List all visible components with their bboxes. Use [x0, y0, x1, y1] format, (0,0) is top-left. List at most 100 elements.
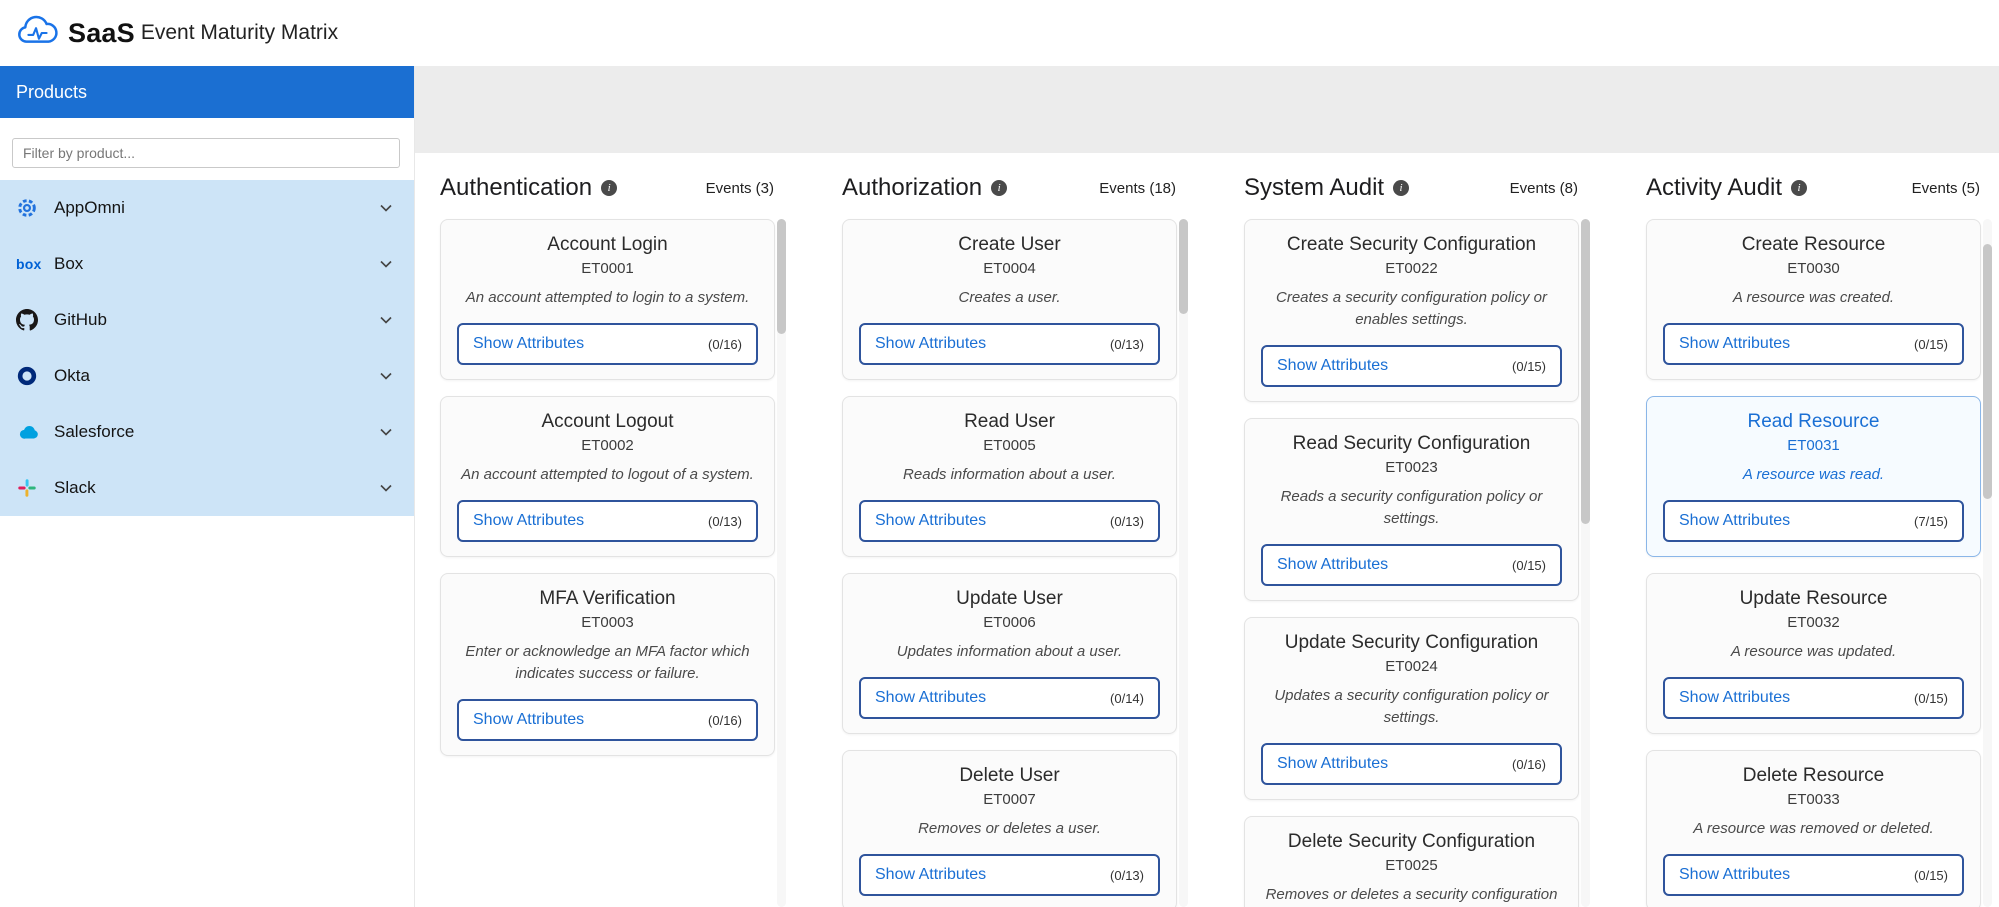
column-scrollbar[interactable] — [777, 219, 786, 907]
show-attributes-button[interactable]: Show Attributes (0/15) — [1261, 345, 1562, 387]
show-attributes-button[interactable]: Show Attributes (0/15) — [1261, 544, 1562, 586]
events-count: Events (18) — [1099, 180, 1176, 197]
event-description: Updates information about a user. — [859, 641, 1160, 663]
scrollbar-thumb[interactable] — [777, 219, 786, 334]
show-attributes-button[interactable]: Show Attributes (0/13) — [457, 500, 758, 542]
chevron-down-icon[interactable] — [376, 366, 396, 386]
event-title: MFA Verification — [457, 588, 758, 610]
event-card-mfa-verification: MFA Verification ET0003 Enter or acknowl… — [440, 573, 775, 756]
attribute-count: (0/15) — [1914, 868, 1948, 883]
product-list: AppOmni box Box GitHub Okta — [0, 180, 414, 516]
github-icon — [16, 308, 44, 332]
chevron-down-icon[interactable] — [376, 310, 396, 330]
sidebar-item-box[interactable]: box Box — [0, 236, 414, 292]
column-scrollbar[interactable] — [1179, 219, 1188, 907]
column-scrollbar[interactable] — [1581, 219, 1590, 907]
event-title: Delete User — [859, 765, 1160, 787]
event-code: ET0003 — [457, 614, 758, 631]
sidebar-item-github[interactable]: GitHub — [0, 292, 414, 348]
event-code: ET0025 — [1261, 857, 1562, 874]
attribute-count: (0/13) — [1110, 868, 1144, 883]
show-attributes-label: Show Attributes — [875, 866, 986, 884]
brand-name: SaaS — [68, 18, 135, 49]
show-attributes-button[interactable]: Show Attributes (0/13) — [859, 323, 1160, 365]
chevron-down-icon[interactable] — [376, 422, 396, 442]
sidebar-title: Products — [0, 66, 414, 118]
attribute-count: (0/16) — [1512, 757, 1546, 772]
attribute-count: (7/15) — [1914, 514, 1948, 529]
sidebar-item-salesforce[interactable]: Salesforce — [0, 404, 414, 460]
show-attributes-button[interactable]: Show Attributes (0/13) — [859, 854, 1160, 896]
attribute-count: (0/13) — [1110, 514, 1144, 529]
attribute-count: (0/15) — [1512, 359, 1546, 374]
event-code: ET0032 — [1663, 614, 1964, 631]
sidebar-item-label: Salesforce — [54, 422, 376, 442]
chevron-down-icon[interactable] — [376, 198, 396, 218]
matrix-main-area: Authentication i Events (3) Account Logi… — [415, 66, 1999, 907]
chevron-down-icon[interactable] — [376, 254, 396, 274]
show-attributes-button[interactable]: Show Attributes (0/13) — [859, 500, 1160, 542]
attribute-count: (0/15) — [1914, 691, 1948, 706]
column-scrollbar[interactable] — [1983, 219, 1992, 907]
event-card-account-login: Account Login ET0001 An account attempte… — [440, 219, 775, 380]
event-card-read-user: Read User ET0005 Reads information about… — [842, 396, 1177, 557]
event-card-read-resource: Read Resource ET0031 A resource was read… — [1646, 396, 1981, 557]
product-filter-input[interactable] — [12, 138, 400, 168]
show-attributes-button[interactable]: Show Attributes (0/16) — [1261, 743, 1562, 785]
column-authentication: Authentication i Events (3) Account Logi… — [440, 171, 786, 907]
show-attributes-button[interactable]: Show Attributes (0/15) — [1663, 677, 1964, 719]
info-icon[interactable]: i — [1791, 180, 1807, 196]
attribute-count: (0/15) — [1512, 558, 1546, 573]
show-attributes-button[interactable]: Show Attributes (0/15) — [1663, 854, 1964, 896]
event-description: A resource was removed or deleted. — [1663, 818, 1964, 840]
column-activity-audit: Activity Audit i Events (5) Create Resou… — [1646, 171, 1992, 907]
column-system-audit: System Audit i Events (8) Create Securit… — [1244, 171, 1590, 907]
event-description: Removes or deletes a user. — [859, 818, 1160, 840]
event-title: Account Logout — [457, 411, 758, 433]
event-code: ET0001 — [457, 260, 758, 277]
show-attributes-button[interactable]: Show Attributes (0/15) — [1663, 323, 1964, 365]
sidebar-item-appomni[interactable]: AppOmni — [0, 180, 414, 236]
sidebar-item-slack[interactable]: Slack — [0, 460, 414, 516]
event-description: Removes or deletes a security configurat… — [1261, 884, 1562, 906]
event-card-delete-user: Delete User ET0007 Removes or deletes a … — [842, 750, 1177, 907]
box-logo-icon: box — [16, 252, 44, 276]
info-icon[interactable]: i — [601, 180, 617, 196]
products-sidebar: Products AppOmni box Box — [0, 66, 415, 907]
show-attributes-button[interactable]: Show Attributes (7/15) — [1663, 500, 1964, 542]
event-code: ET0023 — [1261, 459, 1562, 476]
sidebar-item-label: Box — [54, 254, 376, 274]
attribute-count: (0/14) — [1110, 691, 1144, 706]
info-icon[interactable]: i — [991, 180, 1007, 196]
event-title: Update Security Configuration — [1261, 632, 1562, 654]
show-attributes-button[interactable]: Show Attributes (0/16) — [457, 699, 758, 741]
scrollbar-thumb[interactable] — [1983, 244, 1992, 499]
show-attributes-label: Show Attributes — [875, 335, 986, 353]
column-title: System Audit — [1244, 174, 1384, 202]
show-attributes-label: Show Attributes — [875, 689, 986, 707]
scrollbar-thumb[interactable] — [1581, 219, 1590, 524]
show-attributes-label: Show Attributes — [473, 512, 584, 530]
info-icon[interactable]: i — [1393, 180, 1409, 196]
event-code: ET0031 — [1663, 437, 1964, 454]
show-attributes-label: Show Attributes — [1679, 866, 1790, 884]
chevron-down-icon[interactable] — [376, 478, 396, 498]
event-title: Create Security Configuration — [1261, 234, 1562, 256]
show-attributes-button[interactable]: Show Attributes (0/16) — [457, 323, 758, 365]
sidebar-item-okta[interactable]: Okta — [0, 348, 414, 404]
scrollbar-thumb[interactable] — [1179, 219, 1188, 314]
event-card-update-resource: Update Resource ET0032 A resource was up… — [1646, 573, 1981, 734]
event-code: ET0005 — [859, 437, 1160, 454]
attribute-count: (0/13) — [708, 514, 742, 529]
show-attributes-label: Show Attributes — [1277, 755, 1388, 773]
show-attributes-button[interactable]: Show Attributes (0/14) — [859, 677, 1160, 719]
show-attributes-label: Show Attributes — [1679, 512, 1790, 530]
show-attributes-label: Show Attributes — [473, 335, 584, 353]
event-description: A resource was read. — [1663, 464, 1964, 486]
event-description: An account attempted to login to a syste… — [457, 287, 758, 309]
event-code: ET0004 — [859, 260, 1160, 277]
show-attributes-label: Show Attributes — [1679, 335, 1790, 353]
event-card-delete-security-configuration: Delete Security Configuration ET0025 Rem… — [1244, 816, 1579, 907]
event-title: Read Resource — [1663, 411, 1964, 433]
show-attributes-label: Show Attributes — [875, 512, 986, 530]
